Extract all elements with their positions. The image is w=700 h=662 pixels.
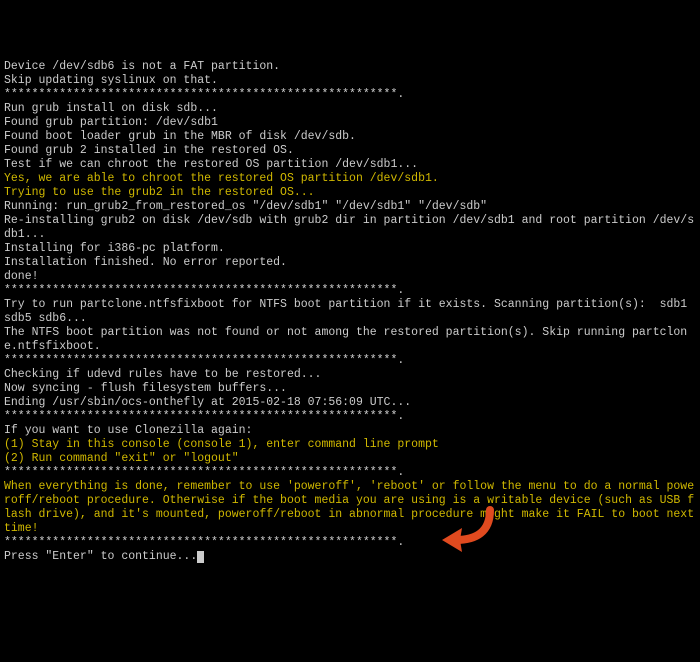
terminal-line: Running: run_grub2_from_restored_os "/de… [4,200,696,214]
terminal-line: Installation finished. No error reported… [4,256,696,270]
terminal-line: (2) Run command "exit" or "logout" [4,452,696,466]
terminal-line: ****************************************… [4,284,696,298]
terminal-line: ****************************************… [4,354,696,368]
terminal-line: (1) Stay in this console (console 1), en… [4,438,696,452]
terminal-line: done! [4,270,696,284]
terminal-line: Trying to use the grub2 in the restored … [4,186,696,200]
terminal-line: Now syncing - flush filesystem buffers..… [4,382,696,396]
terminal-line: Yes, we are able to chroot the restored … [4,172,696,186]
terminal-line: If you want to use Clonezilla again: [4,424,696,438]
terminal-line: Skip updating syslinux on that. [4,74,696,88]
terminal-line: The NTFS boot partition was not found or… [4,326,696,354]
terminal-line: Device /dev/sdb6 is not a FAT partition. [4,60,696,74]
cursor [197,551,204,563]
terminal-line: Installing for i386-pc platform. [4,242,696,256]
terminal-line: Found boot loader grub in the MBR of dis… [4,130,696,144]
terminal-line: ****************************************… [4,536,696,550]
terminal-line: Ending /usr/sbin/ocs-onthefly at 2015-02… [4,396,696,410]
terminal-line: Found grub partition: /dev/sdb1 [4,116,696,130]
terminal-line: Try to run partclone.ntfsfixboot for NTF… [4,298,696,326]
terminal-line: Test if we can chroot the restored OS pa… [4,158,696,172]
terminal-line: Press "Enter" to continue... [4,550,696,564]
terminal-line: ****************************************… [4,466,696,480]
terminal-line: When everything is done, remember to use… [4,480,696,536]
terminal-line: ****************************************… [4,410,696,424]
terminal-output[interactable]: Device /dev/sdb6 is not a FAT partition.… [4,60,696,564]
terminal-line: Checking if udevd rules have to be resto… [4,368,696,382]
terminal-line: ****************************************… [4,88,696,102]
terminal-line: Found grub 2 installed in the restored O… [4,144,696,158]
terminal-line: Re-installing grub2 on disk /dev/sdb wit… [4,214,696,242]
terminal-line: Run grub install on disk sdb... [4,102,696,116]
